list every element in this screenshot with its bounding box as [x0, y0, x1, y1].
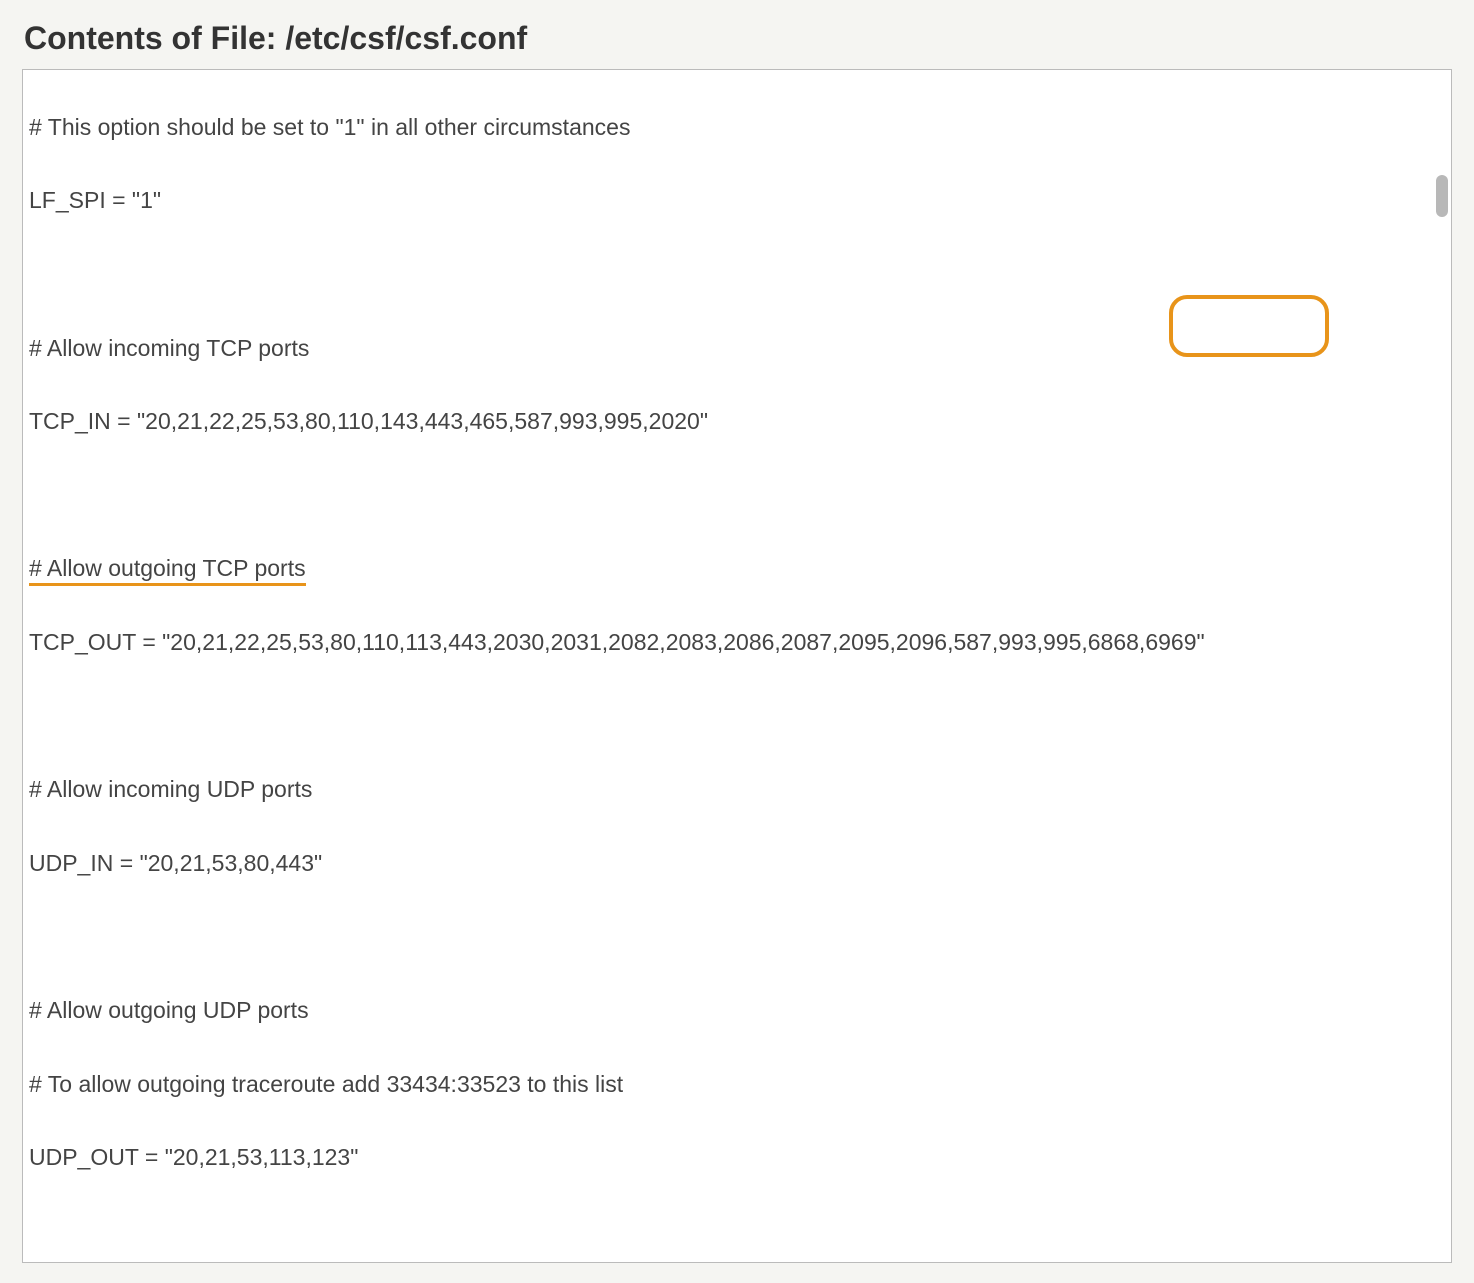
config-line: # Allow incoming UDP ports — [29, 771, 1445, 808]
config-line: UDP_OUT = "20,21,53,113,123" — [29, 1139, 1445, 1176]
config-line: # Allow outgoing UDP ports — [29, 992, 1445, 1029]
config-line — [29, 698, 1445, 735]
config-line: UDP_IN = "20,21,53,80,443" — [29, 845, 1445, 882]
config-line: TCP_OUT = "20,21,22,25,53,80,110,113,443… — [29, 624, 1445, 661]
config-line: # This option should be set to "1" in al… — [29, 109, 1445, 146]
config-line: # Allow incoming TCP ports — [29, 330, 1445, 367]
config-line: LF_SPI = "1" — [29, 182, 1445, 219]
config-line: TCP_IN = "20,21,22,25,53,80,110,143,443,… — [29, 403, 1445, 440]
config-line: # Allow outgoing TCP ports — [29, 550, 1445, 587]
underlined-comment: # Allow outgoing TCP ports — [29, 555, 306, 586]
page-title: Contents of File: /etc/csf/csf.conf — [20, 20, 1454, 57]
file-content-panel: # This option should be set to "1" in al… — [22, 69, 1452, 1263]
config-line — [29, 918, 1445, 955]
scrollbar-thumb[interactable] — [1436, 175, 1448, 217]
scrollbar-track[interactable] — [1433, 70, 1451, 1262]
file-text: # This option should be set to "1" in al… — [29, 72, 1445, 1250]
config-line — [29, 256, 1445, 293]
config-line — [29, 477, 1445, 514]
config-line: # To allow outgoing traceroute add 33434… — [29, 1066, 1445, 1103]
